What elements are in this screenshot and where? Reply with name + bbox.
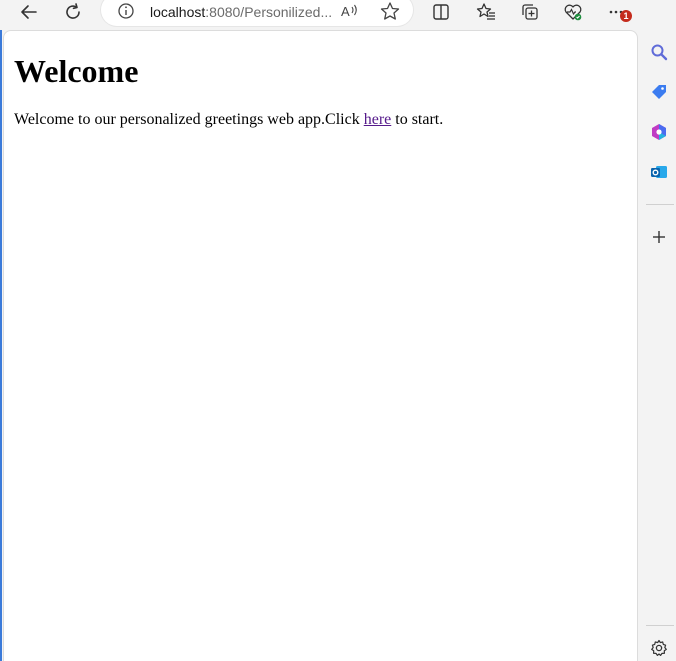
browser-window: localhost:8080/Personilized... A 1 Welco… <box>0 0 676 661</box>
browser-toolbar: localhost:8080/Personilized... A 1 <box>0 0 676 28</box>
collections-icon <box>522 4 538 20</box>
favorite-star-icon[interactable] <box>379 1 401 21</box>
favorites-button[interactable] <box>470 0 502 24</box>
address-host: localhost <box>150 4 206 20</box>
sidebar-divider-bottom <box>646 625 674 626</box>
paragraph-text-before: Welcome to our personalized greetings we… <box>14 111 364 128</box>
sidebar-office-button[interactable] <box>648 121 670 143</box>
address-path: :8080/Personilized... <box>205 4 333 20</box>
outlook-icon <box>651 166 667 178</box>
split-screen-icon <box>433 4 449 20</box>
notification-badge: 1 <box>620 10 632 22</box>
refresh-icon <box>66 3 80 19</box>
shopping-tag-icon <box>652 85 666 99</box>
sidebar-settings-button[interactable] <box>648 637 670 659</box>
window-edge <box>0 30 2 661</box>
sidebar-search-button[interactable] <box>648 41 670 63</box>
add-icon <box>653 231 665 243</box>
read-aloud-icon[interactable]: A <box>339 1 361 21</box>
paragraph-text-after: to start. <box>391 111 444 128</box>
page-viewport: Welcome Welcome to our personalized gree… <box>3 30 638 661</box>
refresh-button[interactable] <box>57 0 89 24</box>
address-url[interactable]: localhost:8080/Personilized... <box>150 4 332 20</box>
back-icon <box>21 5 37 19</box>
svg-text:A: A <box>341 4 350 19</box>
back-button[interactable] <box>13 0 45 24</box>
split-screen-button[interactable] <box>425 0 457 24</box>
address-bar[interactable]: localhost:8080/Personilized... A <box>101 0 413 26</box>
start-link[interactable]: here <box>364 111 392 128</box>
sidebar-outlook-button[interactable] <box>648 161 670 183</box>
sidebar-add-button[interactable] <box>648 226 670 248</box>
welcome-paragraph: Welcome to our personalized greetings we… <box>14 111 443 129</box>
favorites-list-icon <box>476 3 495 20</box>
sidebar-divider <box>646 204 674 205</box>
collections-button[interactable] <box>514 0 546 24</box>
info-icon[interactable] <box>117 2 135 20</box>
browser-sidebar <box>640 0 676 661</box>
settings-icon <box>651 639 667 656</box>
browser-essentials-button[interactable] <box>557 0 589 24</box>
browser-essentials-icon <box>564 4 582 21</box>
search-icon <box>651 44 668 61</box>
page-title: Welcome <box>14 53 139 89</box>
sidebar-shopping-button[interactable] <box>648 81 670 103</box>
office-icon <box>652 124 666 140</box>
